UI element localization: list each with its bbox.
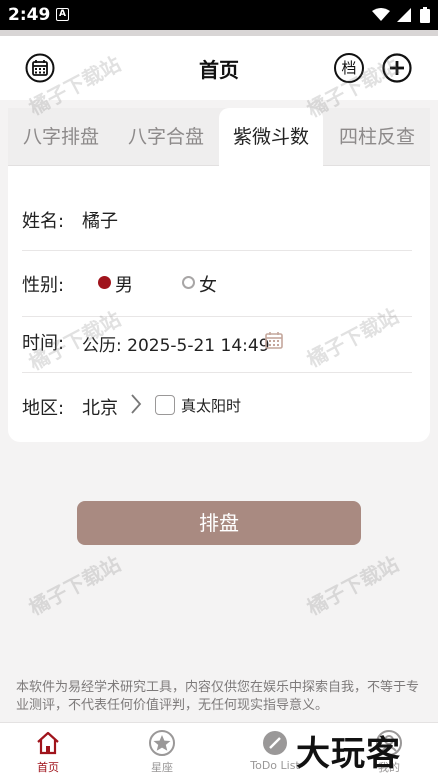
time-label: 时间:: [22, 333, 65, 354]
status-bar: 2:49 A: [0, 0, 438, 30]
nav-home-label: 首页: [37, 761, 59, 774]
notification-icon: A: [56, 8, 69, 21]
tab-ziwei[interactable]: 紫微斗数: [219, 108, 323, 166]
tab-bar: 八字排盘 八字合盘 紫微斗数 四柱反查: [8, 108, 430, 166]
name-label: 姓名:: [22, 211, 65, 232]
pencil-icon: [263, 731, 287, 755]
status-time: 2:49: [8, 5, 51, 25]
gender-label: 性别:: [22, 275, 65, 296]
nav-zodiac-label: 星座: [151, 761, 173, 774]
app-header: 首页 档: [0, 36, 438, 100]
watermark: 橘子下载站: [302, 551, 403, 620]
watermark: 橘子下载站: [24, 551, 125, 620]
true-solar-time-label[interactable]: 真太阳时: [181, 395, 241, 416]
tab-sizhu-reverse[interactable]: 四柱反查: [324, 108, 430, 166]
divider: [22, 372, 412, 373]
battery-icon: [420, 7, 430, 23]
calendar-picker-icon[interactable]: [265, 331, 283, 349]
region-field[interactable]: 北京: [82, 394, 118, 420]
region-label: 地区:: [22, 398, 65, 419]
signal-icon: [397, 8, 411, 22]
name-field[interactable]: 橘子: [82, 207, 118, 233]
divider: [22, 316, 412, 317]
brand-watermark-logo: 大玩客: [296, 734, 401, 774]
page-title: 首页: [199, 58, 239, 82]
true-solar-time-checkbox[interactable]: [155, 395, 175, 415]
chevron-right-icon[interactable]: [130, 393, 142, 415]
gender-female-label[interactable]: 女: [199, 271, 217, 297]
chart-submit-button[interactable]: 排盘: [77, 501, 361, 545]
tab-bazi-match[interactable]: 八字合盘: [114, 108, 218, 166]
gender-male-label[interactable]: 男: [115, 271, 133, 297]
nav-home[interactable]: 首页: [8, 723, 88, 780]
archive-button[interactable]: 档: [334, 53, 364, 83]
disclaimer-text: 本软件为易经学术研究工具，内容仅供您在娱乐中探索自我，不等于专业测评，不代表任何…: [16, 680, 420, 713]
wifi-icon: [372, 8, 390, 21]
tab-bazi-chart[interactable]: 八字排盘: [8, 108, 114, 166]
input-form-card: 姓名: 橘子 性别: 男 女 时间: 公历: 2025-5-21 14:49 地…: [8, 166, 430, 442]
plus-circle-icon[interactable]: [382, 53, 412, 83]
home-icon: [37, 731, 59, 755]
gender-male-radio[interactable]: [98, 276, 111, 289]
gender-female-radio[interactable]: [182, 276, 195, 289]
divider: [22, 250, 412, 251]
star-icon: [149, 730, 175, 756]
time-field[interactable]: 公历: 2025-5-21 14:49: [82, 331, 270, 356]
nav-zodiac[interactable]: 星座: [122, 723, 202, 780]
